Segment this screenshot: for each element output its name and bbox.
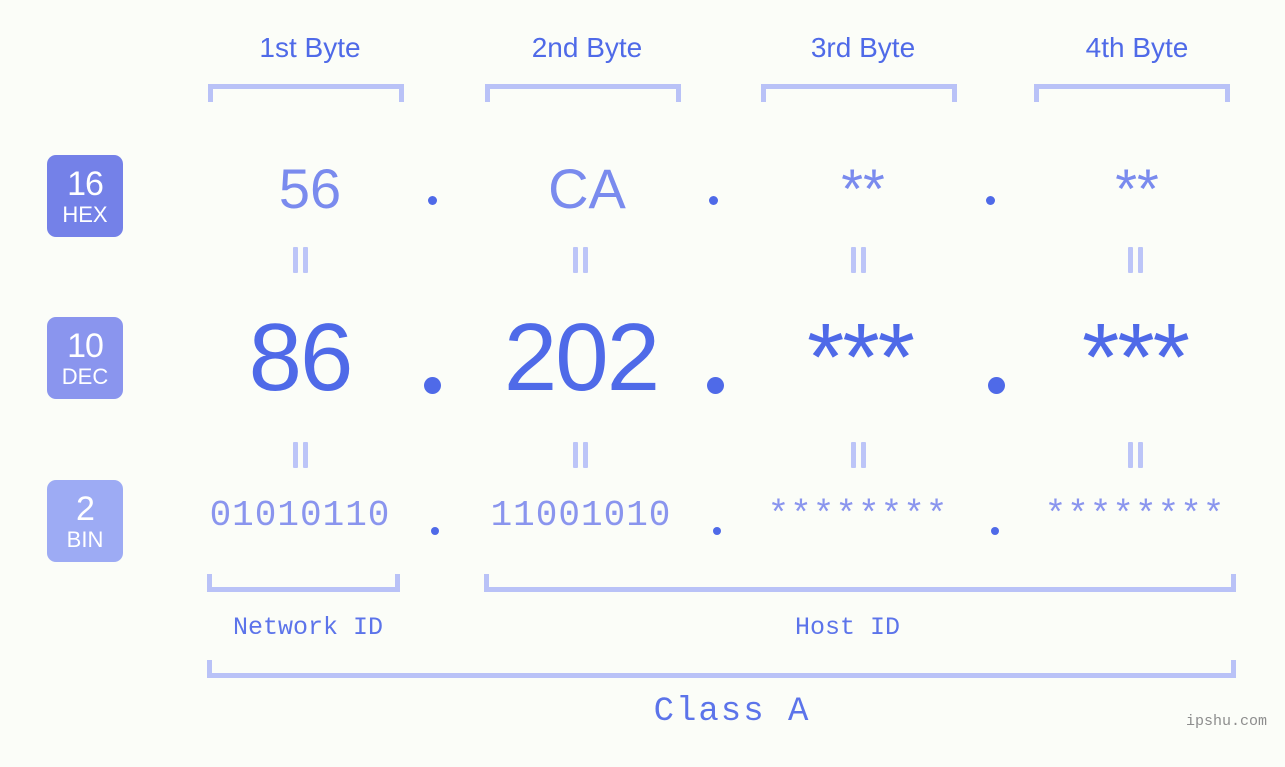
hex-octet-3: **: [841, 157, 885, 220]
bin-octet-3: ********: [767, 495, 949, 536]
equals-icon-dec-bin-3: [850, 442, 868, 468]
byte-bracket-3: [761, 84, 957, 102]
class-bracket: [207, 660, 1236, 678]
byte-header-3: 3rd Byte: [810, 32, 916, 63]
radix-badge-dec: 10 DEC: [47, 317, 123, 399]
host-id-bracket: [484, 574, 1236, 592]
bin-separator-dot-2: [713, 527, 721, 535]
equals-icon-dec-bin-4: [1127, 442, 1145, 468]
site-watermark: ipshu.com: [1185, 713, 1267, 730]
bin-octet-2: 11001010: [490, 495, 672, 536]
hex-separator-dot-2: [709, 196, 718, 205]
radix-badge-hex-number: 16: [67, 164, 104, 203]
radix-badge-hex-name: HEX: [62, 201, 108, 227]
byte-header-4: 4th Byte: [1085, 32, 1189, 63]
radix-badge-hex: 16 HEX: [47, 155, 123, 237]
radix-badge-dec-name: DEC: [61, 363, 109, 389]
radix-badge-bin-name: BIN: [66, 526, 104, 552]
byte-bracket-1: [208, 84, 404, 102]
dec-octet-2: 202: [503, 304, 660, 411]
bin-separator-dot-1: [431, 527, 439, 535]
equals-icon-hex-dec-4: [1127, 247, 1145, 273]
hex-octet-1: 56: [278, 157, 342, 220]
equals-icon-dec-bin-2: [572, 442, 590, 468]
byte-header-2: 2nd Byte: [531, 32, 643, 63]
bin-octet-4: ********: [1044, 495, 1226, 536]
radix-badge-dec-number: 10: [67, 326, 104, 365]
dec-octet-1: 86: [248, 304, 354, 411]
byte-header-1: 1st Byte: [259, 32, 361, 63]
byte-bracket-4: [1034, 84, 1230, 102]
byte-bracket-2: [485, 84, 681, 102]
network-id-label: Network ID: [232, 613, 384, 642]
bin-octet-1: 01010110: [209, 495, 391, 536]
radix-badge-bin: 2 BIN: [47, 480, 123, 562]
equals-icon-hex-dec-3: [850, 247, 868, 273]
network-id-bracket: [207, 574, 400, 592]
dec-separator-dot-1: [424, 377, 441, 394]
hex-octet-2: CA: [548, 157, 626, 220]
bin-separator-dot-3: [991, 527, 999, 535]
host-id-label: Host ID: [794, 613, 901, 642]
dec-separator-dot-3: [988, 377, 1005, 394]
hex-separator-dot-3: [986, 196, 995, 205]
dec-octet-4: ***: [1081, 304, 1190, 411]
radix-badge-bin-number: 2: [76, 489, 95, 528]
hex-separator-dot-1: [428, 196, 437, 205]
equals-icon-hex-dec-1: [292, 247, 310, 273]
equals-icon-hex-dec-2: [572, 247, 590, 273]
class-label: Class A: [653, 693, 811, 731]
equals-icon-dec-bin-1: [292, 442, 310, 468]
ip-address-breakdown-diagram: 1st Byte 2nd Byte 3rd Byte 4th Byte 16 H…: [0, 0, 1285, 767]
dec-octet-3: ***: [806, 304, 915, 411]
hex-octet-4: **: [1115, 157, 1159, 220]
dec-separator-dot-2: [707, 377, 724, 394]
